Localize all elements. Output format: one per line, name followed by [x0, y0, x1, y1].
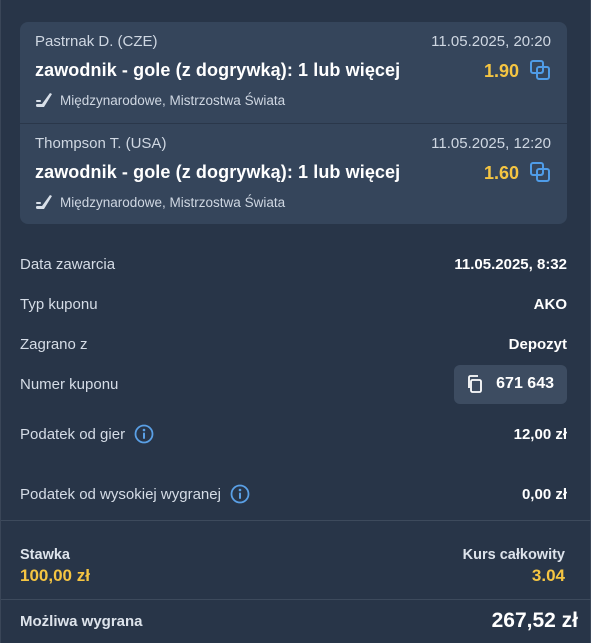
event-league-label: Międzynarodowe, Mistrzostwa Świata [60, 92, 286, 108]
stake-value: 100,00 zł [20, 566, 90, 585]
detail-row-date: Data zawarcia 11.05.2025, 8:32 [20, 252, 567, 276]
detail-row-source: Zagrano z Depozyt [20, 332, 567, 356]
hockey-stick-icon [36, 93, 52, 107]
tax-label: Podatek od gier [20, 425, 126, 443]
copy-icon [468, 375, 483, 393]
event-market: zawodnik - gole (z dogrywką): 1 lub więc… [35, 60, 401, 80]
detail-row-type: Typ kuponu AKO [20, 292, 567, 316]
info-icon[interactable] [230, 484, 250, 504]
event-datetime: 11.05.2025, 12:20 [431, 135, 551, 152]
high-tax-label: Podatek od wysokiej wygranej [20, 485, 221, 503]
total-odds-label: Kurs całkowity [462, 547, 565, 563]
divider [1, 520, 591, 521]
detail-row-high-tax: Podatek od wysokiej wygranej 0,00 zł [20, 482, 567, 506]
source-value: Depozyt [508, 335, 567, 353]
tax-value: 12,00 zł [513, 425, 567, 443]
possible-win-label: Możliwa wygrana [20, 613, 143, 630]
event-player: Pastrnak D. (CZE) [35, 33, 158, 50]
type-label: Typ kuponu [20, 295, 98, 313]
stake-label: Stawka [20, 547, 70, 563]
event-odds: 1.90 [483, 61, 519, 81]
detail-row-tax: Podatek od gier 12,00 zł [20, 422, 567, 446]
event-league-label: Międzynarodowe, Mistrzostwa Świata [60, 194, 286, 210]
hockey-stick-icon [36, 195, 52, 209]
event-item: Pastrnak D. (CZE) 11.05.2025, 20:20 zawo… [20, 22, 567, 122]
high-tax-label-group: Podatek od wysokiej wygranej [20, 484, 250, 504]
detail-row-coupon: Numer kuponu 671 643 [20, 364, 567, 404]
event-odds: 1.60 [483, 163, 519, 183]
divider [1, 599, 591, 600]
coupon-label: Numer kuponu [20, 375, 119, 393]
event-datetime: 11.05.2025, 20:20 [431, 33, 551, 50]
type-value: AKO [533, 295, 567, 313]
info-icon[interactable] [134, 424, 154, 444]
event-league: Międzynarodowe, Mistrzostwa Świata [35, 92, 285, 108]
coupon-number: 671 643 [496, 375, 554, 392]
swap-bet-icon[interactable] [529, 161, 551, 183]
high-tax-value: 0,00 zł [521, 485, 567, 503]
copy-coupon-button[interactable]: 671 643 [454, 364, 567, 404]
event-item: Thompson T. (USA) 11.05.2025, 12:20 zawo… [20, 123, 567, 223]
events-card: Pastrnak D. (CZE) 11.05.2025, 20:20 zawo… [20, 22, 567, 224]
event-market: zawodnik - gole (z dogrywką): 1 lub więc… [35, 162, 401, 182]
event-league: Międzynarodowe, Mistrzostwa Świata [35, 194, 285, 210]
date-label: Data zawarcia [20, 255, 116, 273]
swap-bet-icon[interactable] [529, 59, 551, 81]
bet-slip-panel: Pastrnak D. (CZE) 11.05.2025, 20:20 zawo… [0, 0, 591, 643]
tax-label-group: Podatek od gier [20, 424, 154, 444]
source-label: Zagrano z [20, 335, 88, 353]
event-player: Thompson T. (USA) [35, 135, 167, 152]
possible-win-value: 267,52 zł [491, 609, 578, 632]
date-value: 11.05.2025, 8:32 [454, 255, 567, 273]
total-odds-value: 3.04 [531, 566, 565, 585]
